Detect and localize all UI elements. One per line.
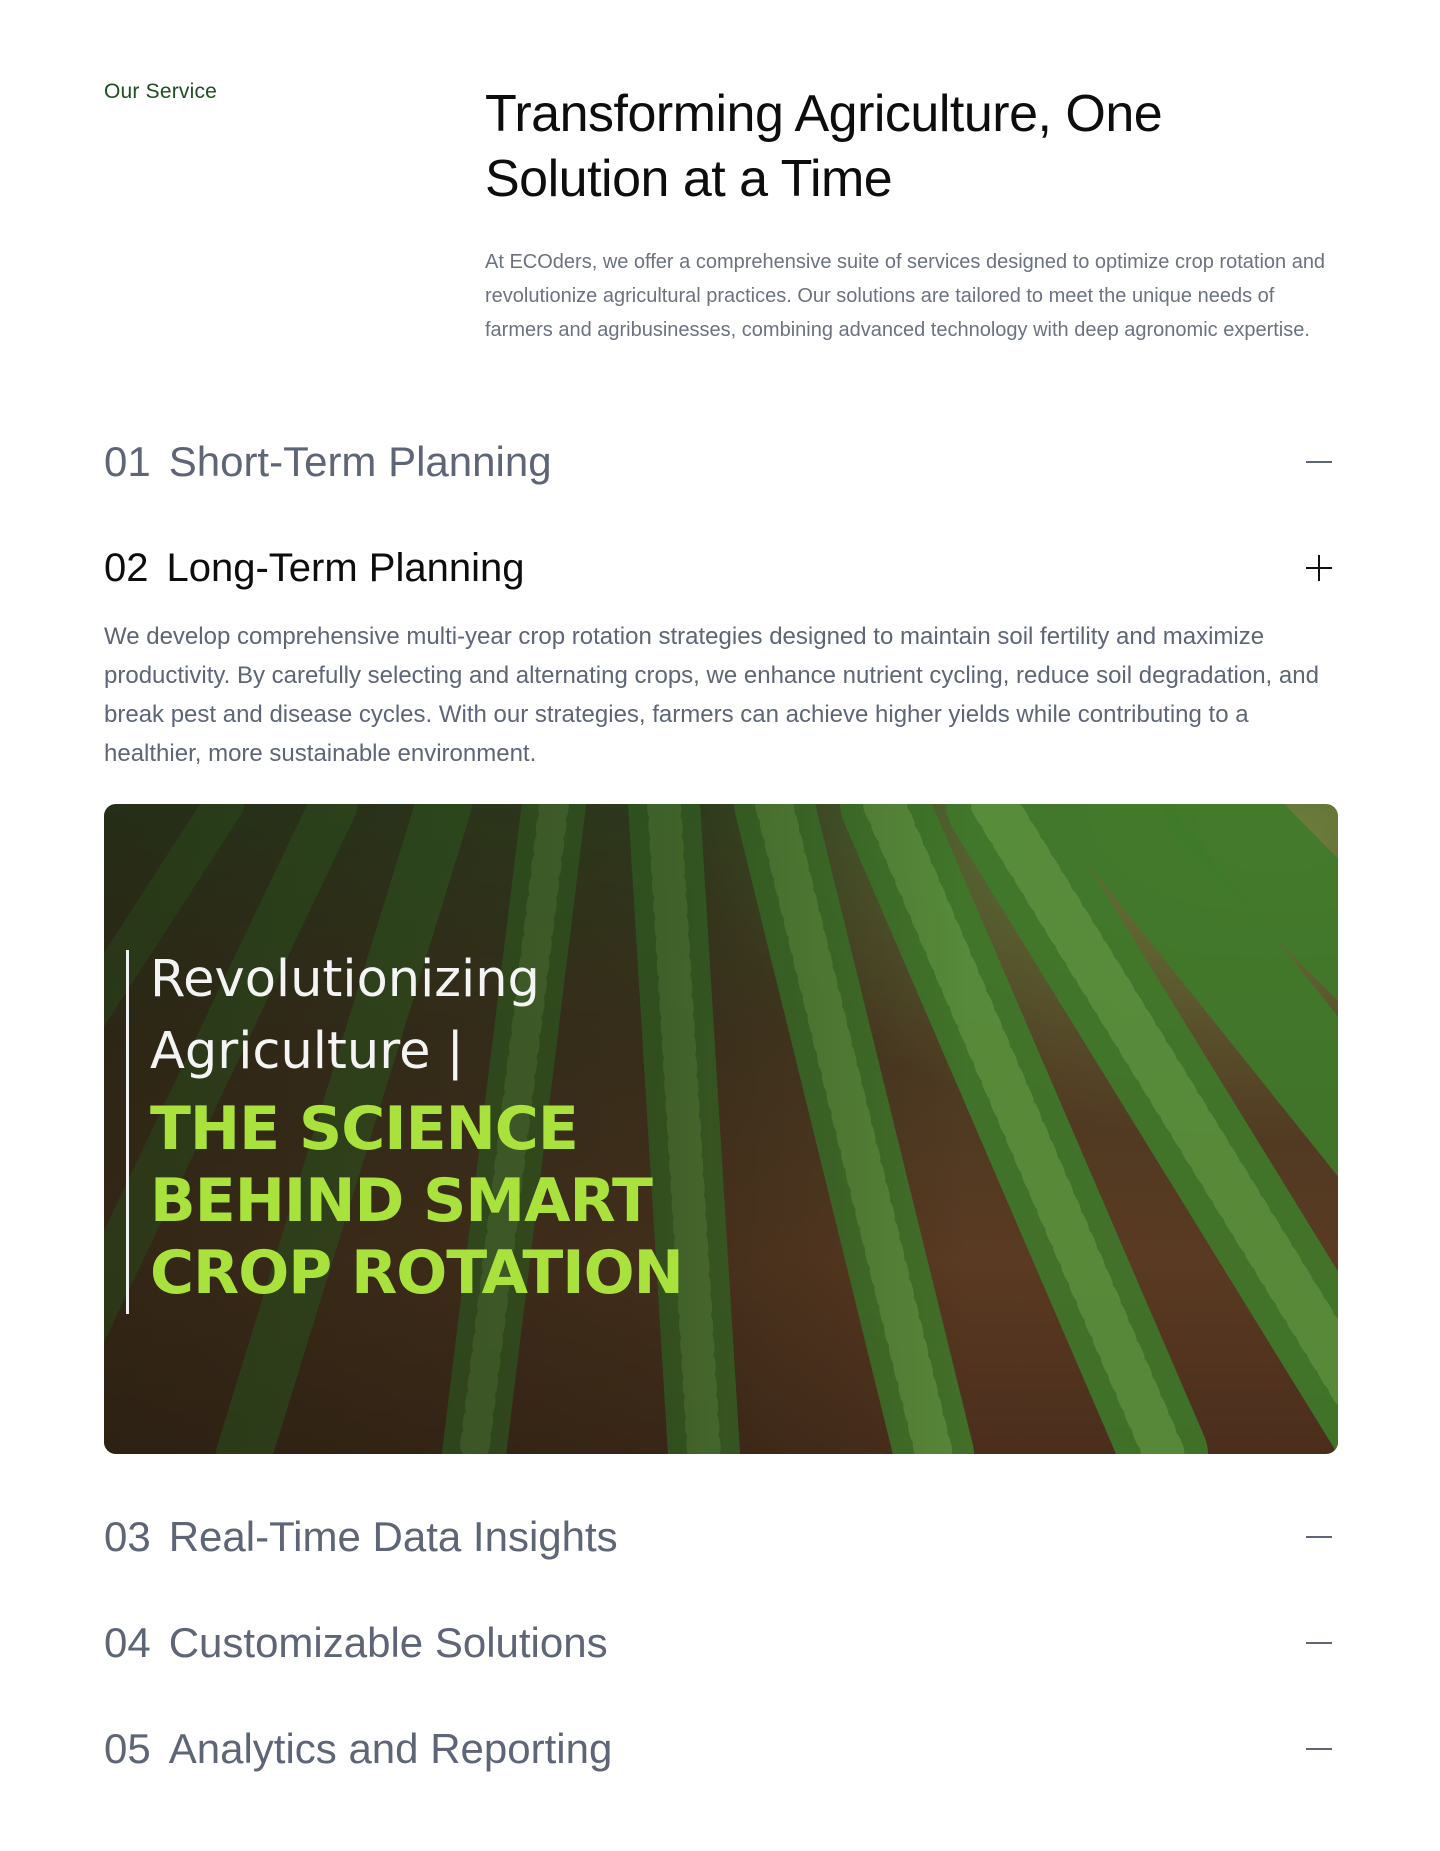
accordion-title: 04 Customizable Solutions [104, 1619, 608, 1667]
section-eyebrow: Our Service [104, 80, 218, 103]
banner-headline-line-2: BEHIND SMART [150, 1166, 653, 1236]
accordion-title: 05 Analytics and Reporting [104, 1725, 612, 1773]
banner-headline-line-1: THE SCIENCE [150, 1094, 579, 1164]
minus-icon[interactable] [1306, 449, 1332, 475]
accordion-label: Customizable Solutions [168, 1619, 608, 1666]
accordion-label: Short-Term Planning [168, 438, 552, 485]
accordion-title: 03 Real-Time Data Insights [104, 1513, 618, 1561]
accordion-label: Analytics and Reporting [168, 1725, 613, 1772]
accordion-item-real-time-data-insights[interactable]: 03 Real-Time Data Insights [104, 1507, 1336, 1567]
headline-line-2: Solution at a Time [485, 150, 893, 208]
section-intro: At ECOders, we offer a comprehensive sui… [485, 251, 1326, 341]
accordion-number: 04 [104, 1619, 151, 1666]
services-section: Our Service Transforming Agriculture, On… [0, 0, 1440, 1851]
minus-icon[interactable] [1306, 1736, 1332, 1762]
accordion-label: Real-Time Data Insights [168, 1513, 618, 1560]
accordion-number: 03 [104, 1513, 151, 1560]
accordion-title: 01 Short-Term Planning [104, 438, 552, 486]
accordion-body-long-term-planning: We develop comprehensive multi-year crop… [104, 623, 1319, 767]
minus-icon[interactable] [1306, 1630, 1332, 1656]
accordion-item-analytics-and-reporting[interactable]: 05 Analytics and Reporting [104, 1719, 1336, 1779]
section-headline: Transforming Agriculture, One Solution a… [485, 82, 1325, 212]
accordion-item-short-term-planning[interactable]: 01 Short-Term Planning [104, 432, 1336, 492]
accordion-number: 01 [104, 438, 151, 485]
accordion-label: Long-Term Planning [166, 545, 525, 590]
crop-rotation-banner-image: Revolutionizing Agriculture | THE SCIENC… [104, 804, 1338, 1454]
banner-text-line-2: Agriculture | [150, 1022, 464, 1081]
headline-line-1: Transforming Agriculture, One [485, 85, 1163, 143]
plus-icon[interactable] [1306, 555, 1332, 581]
accordion-title: 02 Long-Term Planning [104, 546, 525, 591]
banner-text-line-1: Revolutionizing [150, 950, 540, 1009]
banner-headline-line-3: CROP ROTATION [150, 1238, 684, 1308]
accordion-item-customizable-solutions[interactable]: 04 Customizable Solutions [104, 1613, 1336, 1673]
minus-icon[interactable] [1306, 1524, 1332, 1550]
accordion-number: 02 [104, 545, 149, 590]
accordion-item-long-term-planning[interactable]: 02 Long-Term Planning [104, 538, 1336, 598]
accordion-number: 05 [104, 1725, 151, 1772]
banner-divider-line [126, 950, 129, 1314]
